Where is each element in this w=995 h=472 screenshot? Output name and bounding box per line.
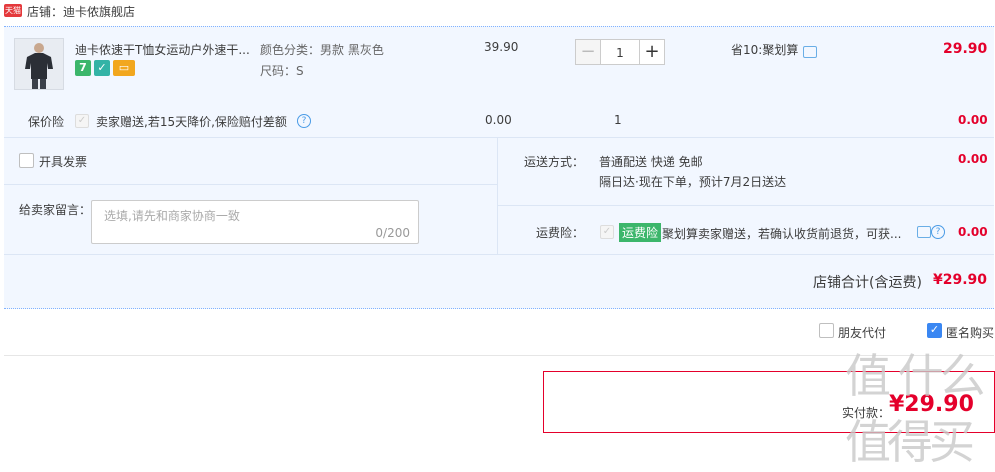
order-panel (4, 26, 994, 309)
insurance-price: 0.00 (485, 113, 512, 127)
chat-icon[interactable] (917, 226, 931, 238)
help-icon[interactable]: ? (931, 225, 945, 239)
freight-insurance-desc: 聚划算卖家赠送，若确认收货前退货，可获... (662, 227, 902, 241)
increase-quantity-button[interactable]: + (639, 39, 665, 65)
message-counter: 0/200 (375, 226, 410, 240)
price-protection-desc: 卖家赠送,若15天降价,保险赔付差额 (96, 115, 287, 129)
chat-icon[interactable] (803, 46, 817, 58)
product-thumbnail[interactable] (14, 38, 64, 90)
product-title-link[interactable]: 迪卡侬速干T恤女运动户外速干... (75, 41, 255, 58)
friend-pay-checkbox[interactable] (819, 323, 834, 338)
anonymous-label: 匿名购买 (946, 326, 995, 340)
shipping-method: 普通配送 快递 免邮 (599, 155, 703, 169)
price-protection-checkbox: ✓ (75, 114, 89, 128)
message-label: 给卖家留言： (19, 203, 92, 217)
shipping-eta: 隔日达·现在下单，预计7月2日送达 (599, 175, 787, 189)
quantity-stepper: −1 + (575, 39, 665, 65)
watermark-logo: 值 什么值得买 (845, 349, 986, 469)
shop-name-link[interactable]: 店铺：迪卡侬旗舰店 (27, 3, 135, 20)
unit-price: 39.90 (484, 40, 519, 54)
friend-pay-label: 朋友代付 (838, 326, 887, 340)
freight-insurance-fee: 0.00 (958, 225, 988, 239)
credit-card-icon[interactable]: ▭ (113, 60, 135, 76)
anonymous-checkbox[interactable]: ✓ (927, 323, 942, 338)
seller-message-input[interactable]: 选填,请先和商家协商一致 0/200 (91, 200, 419, 244)
column-divider (497, 138, 498, 254)
invoice-checkbox[interactable] (19, 153, 34, 168)
quantity-input[interactable]: 1 (601, 39, 639, 65)
seven-day-return-icon[interactable]: 7 (75, 60, 91, 76)
sku-size: 尺码：S (260, 64, 304, 78)
freight-insurance-checkbox: ✓ (600, 225, 614, 239)
shop-header (0, 0, 995, 24)
decrease-quantity-button[interactable]: − (575, 39, 601, 65)
guarantee-icon[interactable]: ✓ (94, 60, 110, 76)
sku-color: 颜色分类：男款 黑灰色 (260, 43, 384, 57)
row-divider (4, 184, 497, 185)
freight-insurance-tag: 运费险 (619, 223, 662, 242)
message-placeholder: 选填,请先和商家协商一致 (104, 209, 240, 223)
insurance-subtotal: 0.00 (958, 113, 988, 127)
shop-total-amount: ¥29.90 (933, 272, 988, 288)
tmall-icon: 天猫 (4, 4, 22, 17)
invoice-label: 开具发票 (39, 155, 88, 169)
shipping-label: 运送方式： (524, 155, 585, 169)
promo-label: 省10:聚划算 (731, 43, 799, 57)
help-icon[interactable]: ? (297, 114, 311, 128)
service-icons: 7 ✓ ▭ (75, 60, 138, 76)
row-divider (498, 205, 994, 206)
insurance-qty: 1 (614, 113, 622, 127)
row-divider (4, 137, 994, 138)
row-divider (4, 254, 994, 255)
shop-total-label: 店铺合计(含运费) (813, 275, 922, 291)
item-subtotal: 29.90 (943, 41, 988, 57)
freight-insurance-label: 运费险： (536, 226, 585, 240)
shipping-fee: 0.00 (958, 152, 988, 166)
price-protection-label: 保价险 (28, 115, 65, 129)
